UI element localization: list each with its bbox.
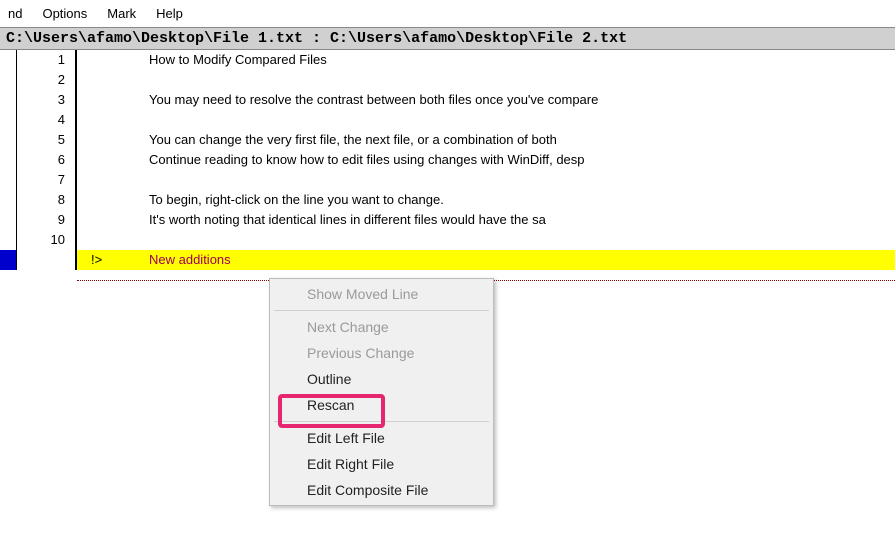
gutter-cell: [0, 150, 17, 170]
diff-marker: [77, 210, 149, 230]
gutter-cell: [0, 110, 17, 130]
code-line[interactable]: Continue reading to know how to edit fil…: [149, 150, 895, 170]
diff-marker: [77, 50, 149, 70]
line-number: 2: [17, 70, 77, 90]
ctx-edit-left[interactable]: Edit Left File: [272, 425, 491, 451]
diff-marker: [77, 190, 149, 210]
gutter-cell: [0, 70, 17, 90]
diff-marker: [77, 130, 149, 150]
diff-marker: [77, 170, 149, 190]
context-separator: [274, 310, 489, 311]
diff-marker: [77, 110, 149, 130]
diff-marker: [77, 150, 149, 170]
gutter-cell: [0, 190, 17, 210]
code-line[interactable]: [149, 170, 895, 190]
line-number: 4: [17, 110, 77, 130]
line-number: 5: [17, 130, 77, 150]
line-number: 10: [17, 230, 77, 250]
menu-bar: nd Options Mark Help: [0, 0, 895, 27]
ctx-edit-composite[interactable]: Edit Composite File: [272, 477, 491, 503]
diff-marker: [77, 230, 149, 250]
line-number: 3: [17, 90, 77, 110]
line-number: [17, 250, 77, 270]
line-number: 1: [17, 50, 77, 70]
diff-marker: !>: [77, 250, 149, 270]
menu-options[interactable]: Options: [34, 4, 95, 23]
menu-expand[interactable]: nd: [0, 4, 30, 23]
comparison-title: C:\Users\afamo\Desktop\File 1.txt : C:\U…: [0, 27, 895, 50]
line-number: 9: [17, 210, 77, 230]
gutter-cell: [0, 230, 17, 250]
code-line[interactable]: [149, 110, 895, 130]
code-line[interactable]: New additions: [149, 250, 895, 270]
line-number: 8: [17, 190, 77, 210]
context-separator: [274, 421, 489, 422]
ctx-previous-change: Previous Change: [272, 340, 491, 366]
gutter-cell: [0, 210, 17, 230]
line-number: 6: [17, 150, 77, 170]
gutter-cell: [0, 50, 17, 70]
menu-mark[interactable]: Mark: [99, 4, 144, 23]
code-line[interactable]: You may need to resolve the contrast bet…: [149, 90, 895, 110]
ctx-edit-right[interactable]: Edit Right File: [272, 451, 491, 477]
menu-help[interactable]: Help: [148, 4, 191, 23]
code-line[interactable]: How to Modify Compared Files: [149, 50, 895, 70]
diff-marker: [77, 90, 149, 110]
ctx-show-moved-line: Show Moved Line: [272, 281, 491, 307]
ctx-rescan[interactable]: Rescan: [272, 392, 491, 418]
code-line[interactable]: You can change the very first file, the …: [149, 130, 895, 150]
diff-grid: 1 How to Modify Compared Files 23 You may n…: [0, 50, 895, 270]
code-line[interactable]: [149, 230, 895, 250]
ctx-outline[interactable]: Outline: [272, 366, 491, 392]
ctx-next-change: Next Change: [272, 314, 491, 340]
gutter-cell: [0, 90, 17, 110]
code-line[interactable]: It's worth noting that identical lines i…: [149, 210, 895, 230]
gutter-cell: [0, 250, 17, 270]
context-menu: Show Moved Line Next ChangePrevious Chang…: [269, 278, 494, 506]
line-number: 7: [17, 170, 77, 190]
code-line[interactable]: [149, 70, 895, 90]
diff-marker: [77, 70, 149, 90]
gutter-cell: [0, 130, 17, 150]
gutter-cell: [0, 170, 17, 190]
code-line[interactable]: To begin, right-click on the line you wa…: [149, 190, 895, 210]
